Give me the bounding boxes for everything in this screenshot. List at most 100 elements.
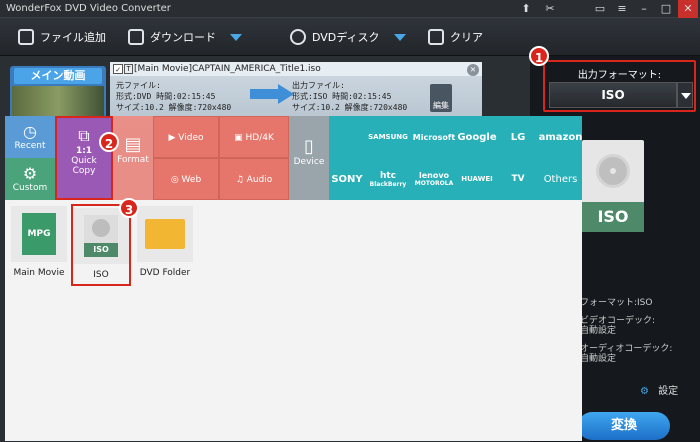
brand-lenovo[interactable]: lenovo MOTOROLA bbox=[411, 158, 457, 200]
output-format-box: 出力フォーマット: ISO bbox=[543, 60, 696, 112]
chevron-down-icon[interactable] bbox=[393, 33, 406, 41]
maximize-button[interactable]: □ bbox=[656, 0, 676, 18]
iso-file-icon: ISO bbox=[84, 215, 118, 257]
blackberry-label: BlackBerry bbox=[369, 180, 407, 188]
disc-icon bbox=[92, 219, 110, 237]
step-badge-2: 2 bbox=[99, 132, 119, 152]
source-info: 元ファイル: 形式:DVD 時間:02:15:45 サイズ:10.2 解像度:7… bbox=[116, 80, 231, 113]
brand-huawei[interactable]: HUAWEI bbox=[457, 158, 497, 200]
output-info: 出力ファイル: 形式:ISO 時間:02:15:45 サイズ:10.2 解像度:… bbox=[292, 80, 407, 113]
source-res: 解像度:720x480 bbox=[168, 103, 232, 112]
brand-htc[interactable]: htc BlackBerry bbox=[365, 158, 411, 200]
add-file-button[interactable]: ファイル追加 bbox=[18, 26, 106, 48]
step-badge-1: 1 bbox=[529, 46, 549, 66]
clock-icon: ◷ bbox=[23, 122, 37, 141]
output-format-dropdown[interactable] bbox=[677, 82, 693, 108]
headphones-icon: ♫ bbox=[235, 175, 247, 185]
trash-icon bbox=[428, 29, 444, 45]
format-item-iso[interactable]: ISO ISO bbox=[71, 204, 131, 286]
main-movie-badge[interactable]: メイン動画 bbox=[10, 66, 106, 118]
remove-movie-icon[interactable]: ✕ bbox=[467, 64, 479, 76]
device-label: Device bbox=[293, 157, 325, 167]
upload-icon[interactable]: ⬆ bbox=[516, 0, 536, 18]
menu-icon[interactable]: ≡ bbox=[612, 0, 632, 18]
source-label: 元ファイル: bbox=[116, 81, 161, 90]
brand-sony[interactable]: SONY bbox=[329, 158, 365, 200]
clear-button[interactable]: クリア bbox=[428, 26, 483, 48]
hd-icon: ▣ bbox=[234, 133, 246, 143]
clear-label: クリア bbox=[450, 31, 483, 44]
brand-samsung[interactable]: SAMSUNG bbox=[365, 116, 411, 158]
window-title: WonderFox DVD Video Converter bbox=[6, 3, 171, 14]
device-icon: ▯ bbox=[304, 136, 314, 157]
minimize-button[interactable]: – bbox=[634, 0, 654, 18]
iso-preview-icon: ISO bbox=[582, 140, 644, 232]
folder-icon bbox=[145, 219, 185, 249]
brand-microsoft[interactable]: Microsoft bbox=[411, 116, 457, 158]
custom-label: Custom bbox=[12, 183, 48, 193]
toolbar: ファイル追加 ダウンロード DVDディスク クリア bbox=[0, 18, 700, 56]
close-button[interactable]: ✕ bbox=[678, 0, 698, 18]
title-bar: WonderFox DVD Video Converter ⬆ ✂ ▭ ≡ – … bbox=[0, 0, 700, 18]
format-item-dvd-folder[interactable]: DVD Folder bbox=[135, 206, 195, 278]
settings-label: 設定 bbox=[658, 386, 679, 397]
output-format-select[interactable]: ISO bbox=[549, 82, 677, 108]
source-time: 時間:02:15:45 bbox=[156, 92, 216, 101]
brand-tv[interactable]: TV bbox=[497, 158, 539, 200]
format-item-main-movie[interactable]: MPG Main Movie bbox=[9, 206, 69, 278]
web-label: Web bbox=[181, 175, 202, 185]
format-icon: ▤ bbox=[124, 134, 142, 155]
video-tab[interactable]: ▶ Video bbox=[153, 116, 219, 158]
dvd-disc-button[interactable]: DVDディスク bbox=[290, 26, 406, 48]
custom-gear-icon: ⚙ bbox=[22, 164, 38, 183]
hd-label: HD/4K bbox=[245, 133, 274, 143]
download-button[interactable]: ダウンロード bbox=[128, 26, 242, 48]
brand-google[interactable]: Google bbox=[457, 116, 497, 158]
custom-tab[interactable]: ⚙ Custom bbox=[5, 158, 55, 200]
format-tab[interactable]: ▤ Format bbox=[113, 116, 153, 200]
disc-icon bbox=[596, 154, 630, 188]
output-format: 形式:ISO bbox=[292, 92, 328, 101]
quick-copy-tab[interactable]: ⧉ 1:1 Quick Copy bbox=[55, 116, 113, 200]
audio-tab[interactable]: ♫ Audio bbox=[219, 158, 289, 200]
brand-lg[interactable]: LG bbox=[497, 116, 539, 158]
arrow-right-icon bbox=[250, 84, 294, 104]
download-icon bbox=[128, 29, 144, 45]
format-list: MPG Main Movie ISO ISO DVD Folder bbox=[5, 200, 582, 441]
brand-amazon[interactable]: amazon bbox=[539, 116, 583, 158]
chevron-down-icon[interactable] bbox=[230, 33, 242, 41]
dvd-folder-icon bbox=[137, 206, 193, 262]
play-icon: ▶ bbox=[168, 133, 179, 143]
category-bar: ◷ Recent ⚙ Custom ⧉ 1:1 Quick Copy ▤ For… bbox=[5, 116, 582, 200]
chat-icon[interactable]: ▭ bbox=[590, 0, 610, 18]
mpg-icon: MPG bbox=[11, 206, 67, 262]
add-file-label: ファイル追加 bbox=[40, 31, 106, 44]
audio-codec-value: 自動設定 bbox=[580, 354, 617, 364]
recent-label: Recent bbox=[14, 141, 46, 151]
edit-button[interactable]: 編集 bbox=[430, 84, 452, 112]
htc-label: htc bbox=[379, 170, 397, 181]
web-tab[interactable]: ◎ Web bbox=[153, 158, 219, 200]
brand-others[interactable]: Others bbox=[539, 158, 582, 200]
download-label: ダウンロード bbox=[150, 31, 216, 44]
movie-checkbox[interactable]: ✓ bbox=[113, 64, 123, 74]
recent-tab[interactable]: ◷ Recent bbox=[5, 116, 55, 158]
iso-preview-tag: ISO bbox=[582, 202, 644, 232]
apple-icon[interactable] bbox=[329, 116, 365, 158]
web-icon: ◎ bbox=[170, 175, 182, 185]
mpg-tag: MPG bbox=[22, 213, 56, 255]
output-format-label: 出力フォーマット: bbox=[577, 70, 662, 81]
tools-icon[interactable]: ✂ bbox=[540, 0, 560, 18]
iso-icon: ISO bbox=[73, 208, 129, 264]
output-size: サイズ:10.2 bbox=[292, 103, 340, 112]
device-tab[interactable]: ▯ Device bbox=[289, 116, 329, 200]
convert-button[interactable]: 変換 bbox=[578, 412, 670, 440]
iso-label: ISO bbox=[93, 270, 109, 280]
movie-info-card: [Main Movie]CAPTAIN_AMERICA_Title1.iso ✓… bbox=[110, 62, 482, 118]
app-window: WonderFox DVD Video Converter ⬆ ✂ ▭ ≡ – … bbox=[0, 0, 700, 442]
hd-tab[interactable]: ▣ HD/4K bbox=[219, 116, 289, 158]
settings-button[interactable]: ⚙ 設定 bbox=[640, 382, 678, 397]
step-badge-3: 3 bbox=[119, 198, 139, 218]
dvd-disc-icon bbox=[290, 29, 306, 45]
video-codec-value: 自動設定 bbox=[580, 326, 617, 336]
